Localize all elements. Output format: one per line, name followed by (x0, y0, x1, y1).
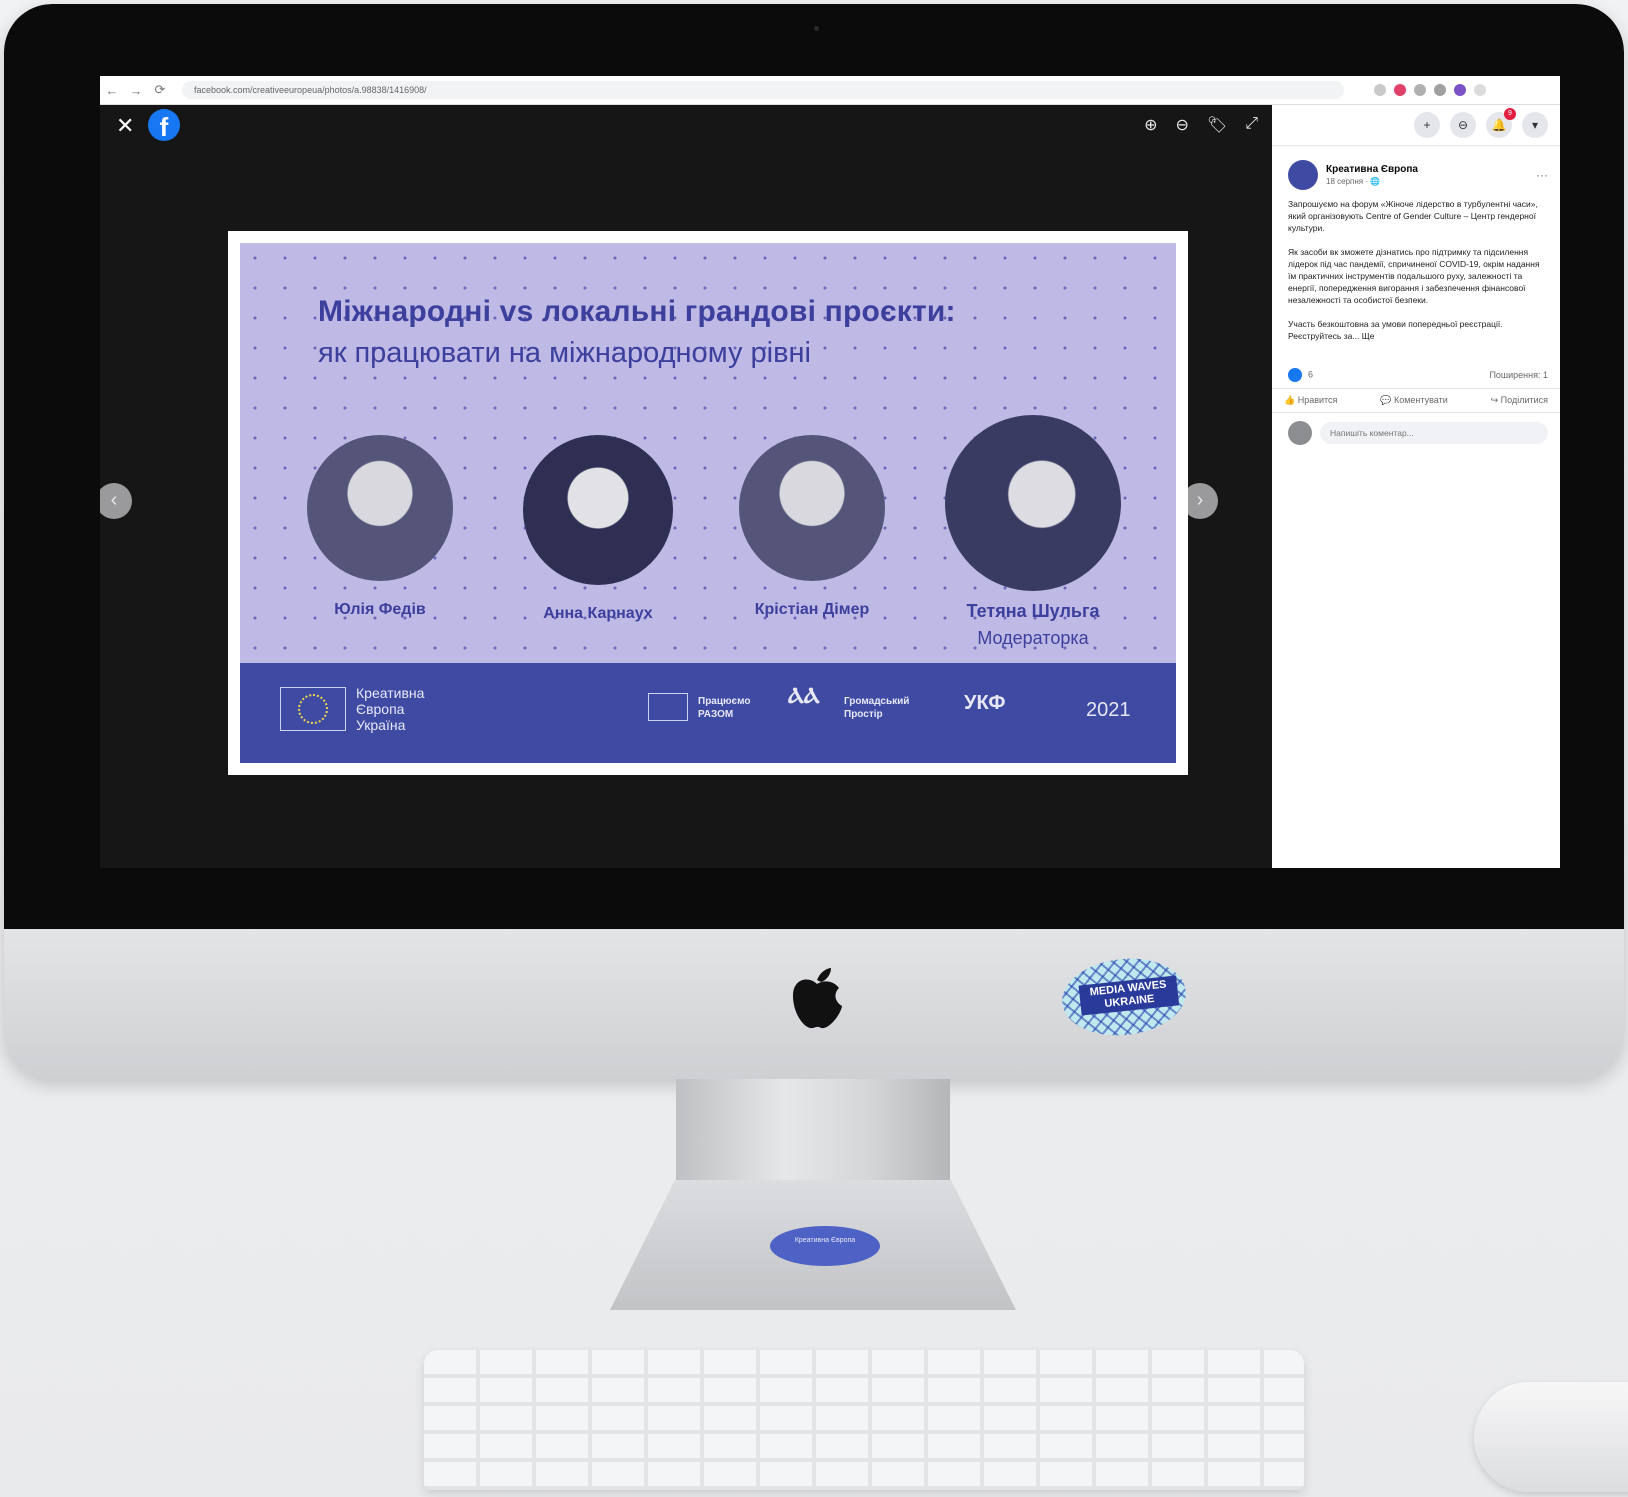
partner-razom: Працюємо РАЗОМ (698, 696, 751, 720)
footer-brand: Креативна Європа Україна (356, 685, 425, 733)
profile-avatar[interactable] (1454, 84, 1466, 96)
poster-content: Міжнародні vs локальні грандові проєкти:… (240, 243, 1176, 763)
extension-icon[interactable] (1414, 84, 1426, 96)
zoom-out-icon[interactable]: ⊖ (1175, 115, 1188, 135)
messenger-icon[interactable]: ⊖ (1450, 112, 1476, 138)
hromadskyi-prostir-logo-icon: ⲀⲀ (788, 683, 820, 708)
speaker-photo (523, 435, 673, 585)
speaker: Юлія Федів (280, 435, 480, 619)
speaker-name: Крістіан Дімер (754, 601, 870, 618)
reload-icon[interactable]: ⟳ (148, 82, 172, 98)
apple-logo-icon (793, 968, 842, 1029)
speaker-role: Модераторка (977, 628, 1089, 648)
post-text: Запрошуємо на форум «Жіноче лідерство в … (1288, 199, 1540, 341)
comment-composer (1272, 413, 1560, 453)
post-header: Креативна Європа 18 серпня · 🌐 ··· (1272, 146, 1560, 194)
eu-flag-small-icon (648, 693, 688, 721)
zoom-in-icon[interactable]: ⊕ (1144, 115, 1157, 135)
address-bar[interactable]: facebook.com/creativeeuropeua/photos/a.9… (182, 81, 1344, 99)
poster-footer: Креативна Європа Україна Працюємо РАЗОМ … (240, 663, 1176, 763)
shares-count[interactable]: Поширення: 1 (1489, 370, 1548, 380)
previous-photo-button[interactable]: ‹ (100, 483, 132, 519)
notification-badge: 9 (1504, 108, 1516, 120)
speaker-name: Юлія Федів (334, 601, 426, 618)
puzzle-icon[interactable] (1434, 84, 1446, 96)
speaker-photo (739, 435, 885, 581)
reactions-row: 6 Поширення: 1 (1272, 354, 1560, 389)
page-name[interactable]: Креативна Європа (1326, 164, 1418, 175)
facebook-logo-icon[interactable]: f (148, 109, 180, 142)
comment-input[interactable] (1320, 422, 1548, 444)
extensions (1374, 84, 1486, 96)
poster-subtitle: як працювати на міжнародному рівні (318, 337, 811, 369)
speaker-photo (307, 435, 453, 581)
speaker-name: Анна Карнаух (543, 605, 653, 622)
account-menu-icon[interactable]: ▾ (1522, 112, 1548, 138)
monitor: ← → ⟳ facebook.com/creativeeuropeua/phot… (4, 4, 1624, 1079)
mouse (1474, 1382, 1628, 1492)
keyboard (424, 1350, 1304, 1490)
more-options-icon[interactable]: ··· (1536, 168, 1548, 182)
comment-button[interactable]: 💬 Коментувати (1380, 395, 1447, 406)
screen: ← → ⟳ facebook.com/creativeeuropeua/phot… (100, 76, 1560, 868)
monitor-bezel: ← → ⟳ facebook.com/creativeeuropeua/phot… (4, 4, 1624, 929)
poster-image: Міжнародні vs локальні грандові проєкти:… (228, 231, 1188, 775)
avatar (1288, 421, 1312, 445)
extension-icon[interactable] (1394, 84, 1406, 96)
post-actions: 👍 Нравится 💬 Коментувати ↪ Поділитися (1272, 389, 1560, 413)
page-avatar[interactable] (1288, 160, 1318, 190)
share-button[interactable]: ↪ Поділитися (1491, 395, 1548, 406)
post-date[interactable]: 18 серпня · 🌐 (1326, 177, 1418, 186)
fullscreen-icon[interactable]: ⤢ (1245, 115, 1258, 135)
poster-title: Міжнародні vs локальні грандові проєкти: (318, 295, 956, 328)
post-side-panel: + ⊖ 🔔 9 ▾ Креативна Європа 18 серпня · 🌐… (1272, 105, 1560, 868)
like-reaction-icon (1288, 368, 1302, 382)
tag-icon[interactable]: 🏷 (1207, 115, 1227, 135)
photo-viewer: ✕ f ⊕ ⊖ 🏷 ⤢ ‹ › Міжнародні vs локальні г… (100, 105, 1272, 868)
close-icon[interactable]: ✕ (116, 113, 134, 139)
extension-icon[interactable] (1374, 84, 1386, 96)
forward-icon[interactable]: → (124, 83, 148, 98)
menu-icon[interactable] (1474, 84, 1486, 96)
stand-sticker: Креативна Європа (770, 1226, 880, 1266)
back-icon[interactable]: ← (100, 83, 124, 98)
reactions-count[interactable]: 6 (1288, 368, 1313, 382)
poster-year: 2021 (1086, 699, 1131, 721)
like-button[interactable]: 👍 Нравится (1284, 395, 1337, 406)
notifications-icon[interactable]: 🔔 9 (1486, 108, 1516, 138)
speaker: Анна Карнаух (498, 435, 698, 623)
fb-header-actions: + ⊖ 🔔 9 ▾ (1272, 105, 1560, 146)
speaker-photo (945, 415, 1121, 591)
speaker-moderator: Тетяна Шульга Модераторка (928, 415, 1138, 649)
partner-prostir: Громадський Простір (844, 696, 910, 720)
browser-toolbar: ← → ⟳ facebook.com/creativeeuropeua/phot… (100, 76, 1560, 105)
eu-flag-icon (280, 687, 346, 731)
speaker-name: Тетяна Шульга (966, 601, 1100, 621)
speaker: Крістіан Дімер (712, 435, 912, 619)
create-icon[interactable]: + (1414, 112, 1440, 138)
viewer-toolbar: ⊕ ⊖ 🏷 ⤢ (1144, 115, 1258, 135)
camera (814, 26, 819, 31)
ukf-logo: УКФ (964, 692, 1006, 714)
